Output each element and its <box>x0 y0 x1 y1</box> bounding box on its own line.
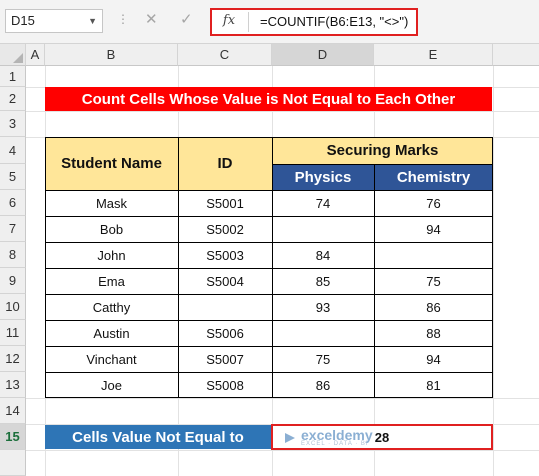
cell-name[interactable]: Catthy <box>45 294 178 320</box>
row-header-3[interactable]: 3 <box>0 111 26 137</box>
table-border <box>374 164 375 398</box>
result-label[interactable]: Cells Value Not Equal to <box>45 425 271 449</box>
cell-name[interactable]: Ema <box>45 268 178 294</box>
row-header-7[interactable]: 7 <box>0 216 26 242</box>
cell-physics[interactable]: 85 <box>272 268 374 294</box>
header-id[interactable]: ID <box>178 137 272 190</box>
table-border <box>272 137 273 398</box>
insert-function-icon[interactable]: fx <box>211 8 247 36</box>
row-header-11[interactable]: 11 <box>0 320 26 346</box>
column-header-a[interactable]: A <box>26 44 45 66</box>
row-header-2[interactable]: 2 <box>0 87 26 111</box>
column-header-f[interactable] <box>493 44 539 66</box>
table-border <box>45 320 493 321</box>
row-header-15[interactable]: 15 <box>0 424 26 450</box>
cell-physics[interactable]: 93 <box>272 294 374 320</box>
grid-line <box>26 450 539 451</box>
header-student-name[interactable]: Student Name <box>45 137 178 190</box>
name-box-value: D15 <box>11 13 35 28</box>
select-all-icon <box>13 53 23 63</box>
cell-name[interactable]: Mask <box>45 190 178 216</box>
header-physics[interactable]: Physics <box>272 164 374 190</box>
row-header-12[interactable]: 12 <box>0 346 26 372</box>
cancel-icon[interactable]: ✕ <box>145 10 158 28</box>
table-border <box>45 137 493 138</box>
row-header-6[interactable]: 6 <box>0 190 26 216</box>
cell-physics[interactable]: 86 <box>272 372 374 398</box>
cell-id[interactable]: S5007 <box>178 346 272 372</box>
sheet-title[interactable]: Count Cells Whose Value is Not Equal to … <box>45 87 492 111</box>
chevron-down-icon[interactable]: ▼ <box>88 10 97 32</box>
table-border <box>45 397 493 398</box>
header-chemistry[interactable]: Chemistry <box>374 164 493 190</box>
cell-chemistry[interactable]: 76 <box>374 190 493 216</box>
cell-chemistry[interactable]: 94 <box>374 346 493 372</box>
header-securing-marks[interactable]: Securing Marks <box>272 137 493 164</box>
column-header-b[interactable]: B <box>45 44 178 66</box>
cell-id[interactable]: S5008 <box>178 372 272 398</box>
cell-chemistry[interactable]: 75 <box>374 268 493 294</box>
cell-name[interactable]: Joe <box>45 372 178 398</box>
cell-id[interactable]: S5004 <box>178 268 272 294</box>
cell-id[interactable]: S5002 <box>178 216 272 242</box>
cell-name[interactable]: Austin <box>45 320 178 346</box>
table-border <box>45 372 493 373</box>
row-header-1[interactable]: 1 <box>0 66 26 87</box>
cell-physics[interactable]: 74 <box>272 190 374 216</box>
table-border <box>492 137 493 398</box>
table-border <box>272 164 493 165</box>
enter-icon[interactable]: ✓ <box>180 10 193 28</box>
row-header-9[interactable]: 9 <box>0 268 26 294</box>
cell-id[interactable] <box>178 294 272 320</box>
table-border <box>45 346 493 347</box>
table-border <box>45 242 493 243</box>
table-border <box>178 137 179 398</box>
cell-name[interactable]: Vinchant <box>45 346 178 372</box>
cell-physics[interactable] <box>272 216 374 242</box>
cell-physics[interactable] <box>272 320 374 346</box>
table-border <box>45 137 46 398</box>
cell-chemistry[interactable]: 94 <box>374 216 493 242</box>
table-border <box>45 216 493 217</box>
select-all-corner[interactable] <box>0 44 26 66</box>
formula-input[interactable]: =COUNTIF(B6:E13, "<>") <box>260 8 408 36</box>
cell-physics[interactable]: 84 <box>272 242 374 268</box>
grid-line <box>26 111 539 112</box>
column-header-d[interactable]: D <box>272 44 374 66</box>
column-header-c[interactable]: C <box>178 44 272 66</box>
cell-name[interactable]: John <box>45 242 178 268</box>
grid-line <box>493 66 494 476</box>
row-header-8[interactable]: 8 <box>0 242 26 268</box>
table-border <box>45 268 493 269</box>
resize-handle-icon[interactable]: ⋮ <box>117 12 129 26</box>
row-header-16[interactable] <box>0 450 26 476</box>
table-border <box>45 190 493 191</box>
row-header-14[interactable]: 14 <box>0 398 26 424</box>
cell-id[interactable]: S5006 <box>178 320 272 346</box>
result-cell-d15[interactable]: 28 <box>271 424 493 450</box>
formula-bar: D15 ▼ ⋮ ✕ ✓ fx =COUNTIF(B6:E13, "<>") <box>0 0 539 44</box>
cell-chemistry[interactable]: 81 <box>374 372 493 398</box>
cell-chemistry[interactable]: 88 <box>374 320 493 346</box>
cell-chemistry[interactable]: 86 <box>374 294 493 320</box>
grid-line <box>26 398 539 399</box>
divider <box>248 12 249 32</box>
row-header-4[interactable]: 4 <box>0 137 26 164</box>
table-border <box>45 294 493 295</box>
cell-physics[interactable]: 75 <box>272 346 374 372</box>
cell-id[interactable]: S5003 <box>178 242 272 268</box>
cell-chemistry[interactable] <box>374 242 493 268</box>
column-header-e[interactable]: E <box>374 44 493 66</box>
row-header-5[interactable]: 5 <box>0 164 26 190</box>
row-header-10[interactable]: 10 <box>0 294 26 320</box>
row-header-13[interactable]: 13 <box>0 372 26 398</box>
name-box[interactable]: D15 ▼ <box>5 9 103 33</box>
cell-id[interactable]: S5001 <box>178 190 272 216</box>
cell-name[interactable]: Bob <box>45 216 178 242</box>
